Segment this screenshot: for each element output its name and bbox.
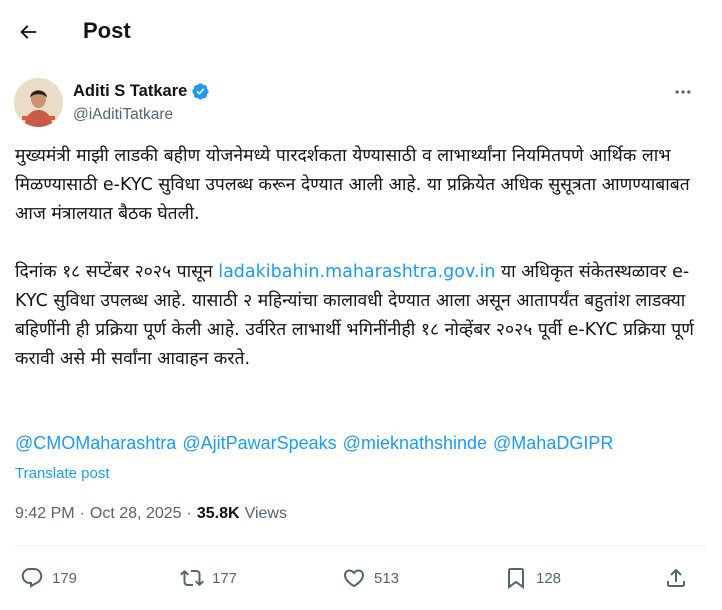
mention-link[interactable]: @MahaDGIPR [493,433,613,453]
separator-dot: · [186,505,192,522]
post-paragraph-2: दिनांक १८ सप्टेंबर २०२५ पासून ladakibahi… [15,258,705,374]
translate-post-link[interactable]: Translate post [15,465,110,482]
post-time[interactable]: 9:42 PM [15,505,75,523]
post-metadata: 9:42 PM · Oct 28, 2025 · 35.8K Views [15,505,287,523]
author-name[interactable]: Aditi S Tatkare [73,82,210,101]
mentions-line: @CMOMaharashtra @AjitPawarSpeaks @mieknath… [15,433,619,454]
repost-icon [180,569,204,587]
separator-dot: · [79,505,85,522]
verified-badge-icon[interactable] [191,82,210,101]
action-bar: 179 177 513 128 [0,558,722,598]
reply-icon [21,568,43,588]
author-handle[interactable]: @iAditiTatkare [73,106,173,124]
share-button[interactable] [664,558,688,598]
views-label: Views [244,505,287,522]
repost-count: 177 [212,569,238,587]
views-count: 35.8K [196,505,240,522]
profile-photo-icon [14,78,63,127]
back-button[interactable] [10,14,46,50]
author-name-text[interactable]: Aditi S Tatkare [73,82,187,101]
more-horizontal-icon [675,90,691,94]
bookmark-count: 128 [536,569,562,587]
divider [15,545,707,546]
heart-icon [343,569,365,588]
repost-button[interactable]: 177 [180,558,237,598]
arrow-left-icon [20,25,37,39]
reply-button[interactable]: 179 [20,558,77,598]
post-paragraph-2-start: दिनांक १८ सप्टेंबर २०२५ पासून [15,262,219,282]
avatar[interactable] [14,78,63,127]
share-icon [667,568,685,587]
bookmark-button[interactable]: 128 [504,558,561,598]
reply-count: 179 [52,569,78,587]
post-paragraph-1: मुख्यमंत्री माझी लाडकी बहीण योजनेमध्ये प… [15,146,690,224]
mention-link[interactable]: @CMOMaharashtra [15,433,176,453]
post-date[interactable]: Oct 28, 2025 [90,505,182,523]
more-options-button[interactable] [668,80,698,104]
like-count: 513 [374,569,400,587]
website-link[interactable]: ladakibahin.maharashtra.gov.in [218,262,495,282]
mention-link[interactable]: @mieknathshinde [343,433,487,453]
post-header: Post [0,0,722,64]
page-title: Post [83,18,131,43]
like-button[interactable]: 513 [342,558,399,598]
bookmark-icon [508,568,524,589]
mention-link[interactable]: @AjitPawarSpeaks [182,433,336,453]
